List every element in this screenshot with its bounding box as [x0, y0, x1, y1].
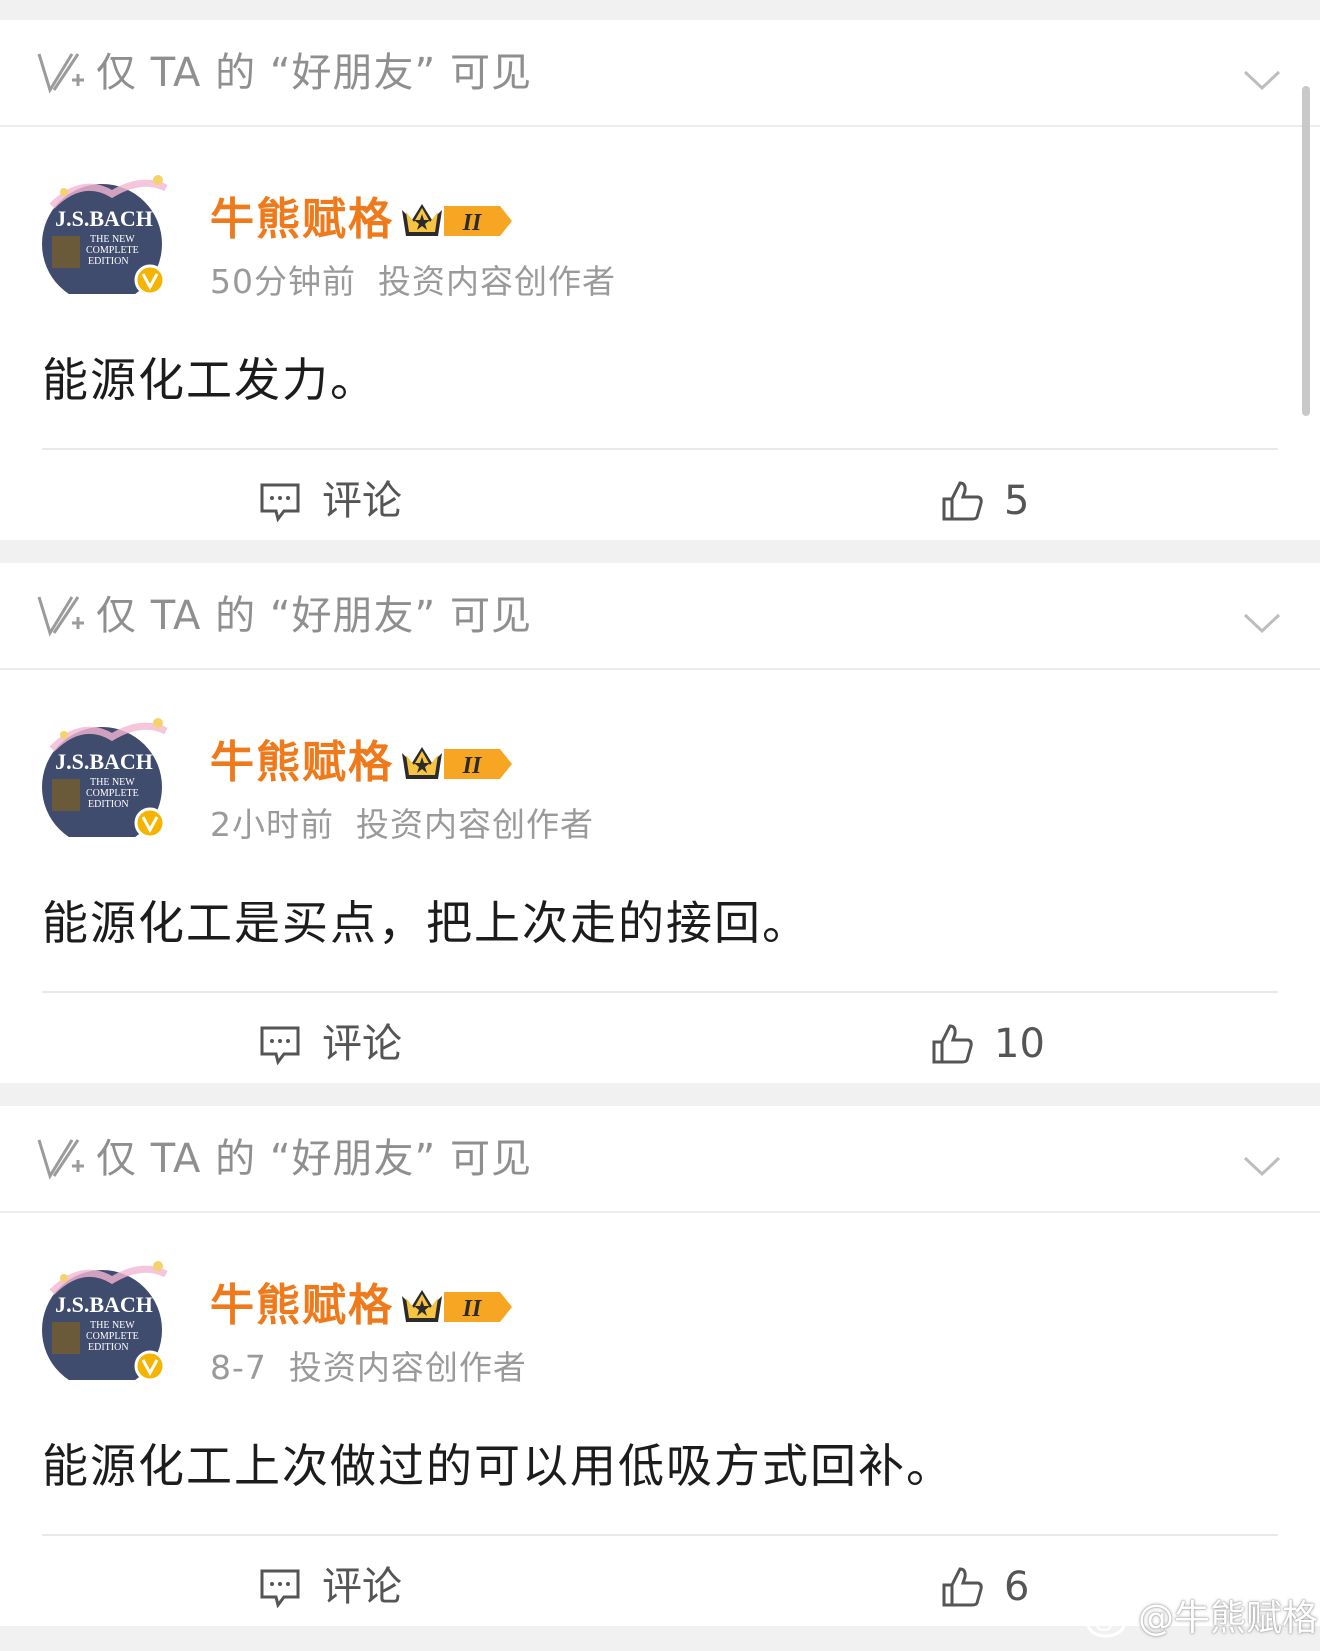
- thumbs-up-icon: [942, 481, 983, 521]
- divider: [42, 1534, 1278, 1536]
- friends-visible-icon: [37, 1139, 84, 1180]
- thumbs-up-icon: [932, 1024, 973, 1064]
- post-time: 50分钟前: [210, 262, 356, 301]
- watermark-text: @牛熊赋格: [1138, 1598, 1319, 1639]
- post-text[interactable]: 能源化工上次做过的可以用低吸方式回补。: [42, 1436, 954, 1496]
- chevron-down-icon[interactable]: [1242, 611, 1282, 637]
- scrollbar[interactable]: [1302, 86, 1310, 416]
- post-card: 仅 TA 的 “好朋友” 可见 J.S.BACH THE NEW COMPLET…: [0, 20, 1320, 540]
- avatar-title: J.S.BACH: [55, 1292, 153, 1317]
- post-card: 仅 TA 的 “好朋友” 可见 J.S.BACH THE NEW COMPLET…: [0, 563, 1320, 1083]
- comment-button[interactable]: 评论: [258, 1562, 402, 1612]
- badge-level: II: [462, 1296, 483, 1322]
- username[interactable]: 牛熊赋格: [210, 735, 394, 791]
- crown-badge-icon[interactable]: II: [400, 1282, 518, 1332]
- divider: [42, 991, 1278, 993]
- comment-label: 评论: [322, 1021, 402, 1067]
- avatar-sub2: COMPLETE: [86, 245, 139, 256]
- comment-button[interactable]: 评论: [258, 1019, 402, 1069]
- avatar[interactable]: J.S.BACH THE NEW COMPLETE EDITION: [42, 711, 168, 837]
- user-role: 投资内容创作者: [288, 1348, 527, 1387]
- visibility-bar: 仅 TA 的 “好朋友” 可见: [0, 563, 1320, 670]
- comment-button[interactable]: 评论: [258, 476, 402, 526]
- post-meta: 8-7 投资内容创作者: [210, 1346, 527, 1390]
- avatar-title: J.S.BACH: [55, 206, 153, 231]
- avatar-sub3: EDITION: [88, 1342, 129, 1353]
- post-time: 8-7: [210, 1348, 267, 1387]
- avatar-sub2: COMPLETE: [86, 1331, 139, 1342]
- avatar-sub3: EDITION: [88, 799, 129, 810]
- chevron-down-icon[interactable]: [1242, 68, 1282, 94]
- visibility-label: 仅 TA 的 “好朋友” 可见: [96, 1136, 532, 1182]
- visibility-bar: 仅 TA 的 “好朋友” 可见: [0, 1106, 1320, 1213]
- watermark: @牛熊赋格: [1086, 1596, 1318, 1642]
- crown-badge-icon[interactable]: II: [400, 196, 518, 246]
- like-button[interactable]: 6: [940, 1562, 1029, 1612]
- like-count: 6: [1004, 1564, 1030, 1610]
- avatar[interactable]: J.S.BACH THE NEW COMPLETE EDITION: [42, 168, 168, 294]
- divider: [42, 448, 1278, 450]
- avatar-sub3: EDITION: [88, 256, 129, 267]
- comment-label: 评论: [322, 1564, 402, 1610]
- avatar-sub1: THE NEW: [90, 234, 135, 245]
- thumbs-up-icon: [942, 1567, 983, 1607]
- visibility-bar: 仅 TA 的 “好朋友” 可见: [0, 20, 1320, 127]
- post-meta: 50分钟前 投资内容创作者: [210, 260, 616, 304]
- post-text[interactable]: 能源化工是买点，把上次走的接回。: [42, 893, 810, 953]
- user-role: 投资内容创作者: [378, 262, 616, 301]
- weibo-logo-icon: [1086, 1602, 1132, 1638]
- avatar[interactable]: J.S.BACH THE NEW COMPLETE EDITION: [42, 1254, 168, 1380]
- like-count: 10: [994, 1021, 1045, 1067]
- badge-level: II: [462, 753, 483, 779]
- like-button[interactable]: 10: [930, 1019, 1045, 1069]
- username[interactable]: 牛熊赋格: [210, 1278, 394, 1334]
- like-button[interactable]: 5: [940, 476, 1029, 526]
- comment-icon: [260, 1026, 300, 1066]
- friends-visible-icon: [37, 53, 84, 94]
- user-role: 投资内容创作者: [356, 805, 594, 844]
- avatar-sub2: COMPLETE: [86, 788, 139, 799]
- comment-icon: [260, 1569, 300, 1609]
- visibility-label: 仅 TA 的 “好朋友” 可见: [96, 50, 532, 96]
- comment-icon: [260, 483, 300, 523]
- friends-visible-icon: [37, 596, 84, 637]
- crown-badge-icon[interactable]: II: [400, 739, 518, 789]
- like-count: 5: [1004, 478, 1030, 524]
- badge-level: II: [462, 210, 483, 236]
- post-meta: 2小时前 投资内容创作者: [210, 803, 594, 847]
- username[interactable]: 牛熊赋格: [210, 192, 394, 248]
- post-time: 2小时前: [210, 805, 334, 844]
- chevron-down-icon[interactable]: [1242, 1154, 1282, 1180]
- visibility-label: 仅 TA 的 “好朋友” 可见: [96, 593, 532, 639]
- avatar-sub1: THE NEW: [90, 1320, 135, 1331]
- avatar-sub1: THE NEW: [90, 777, 135, 788]
- post-card: 仅 TA 的 “好朋友” 可见 J.S.BACH THE NEW COMPLET…: [0, 1106, 1320, 1626]
- comment-label: 评论: [322, 478, 402, 524]
- avatar-title: J.S.BACH: [55, 749, 153, 774]
- post-text[interactable]: 能源化工发力。: [42, 350, 378, 410]
